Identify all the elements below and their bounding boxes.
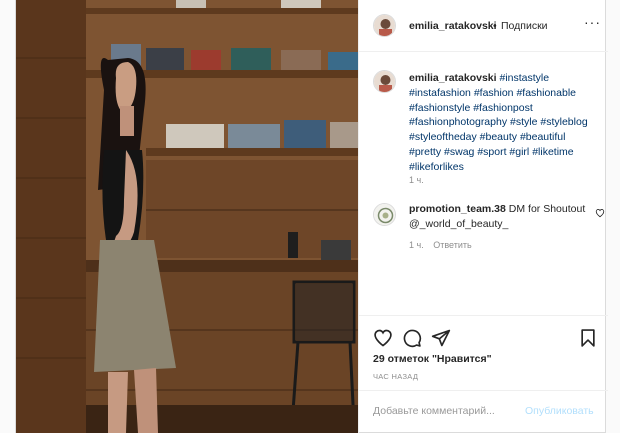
- commenter-avatar-image: [374, 204, 395, 225]
- following-button[interactable]: Подписки: [501, 20, 548, 32]
- caption-username[interactable]: emilia_ratakovski: [409, 72, 497, 84]
- hashtag-link[interactable]: #fashionable: [516, 87, 576, 99]
- commenter-username[interactable]: promotion_team.38: [409, 203, 506, 215]
- caption-avatar[interactable]: [373, 70, 396, 93]
- hashtag-link[interactable]: #swag: [444, 146, 474, 158]
- hashtag-link[interactable]: #instastyle: [499, 72, 549, 84]
- comment-text: promotion_team.38 DM for Shoutout @_worl…: [409, 202, 589, 232]
- author-username[interactable]: emilia_ratakovski: [409, 20, 497, 32]
- hashtag-link[interactable]: #fashionphotography: [409, 116, 507, 128]
- commenter-avatar[interactable]: [373, 203, 396, 226]
- comment-icon[interactable]: [402, 328, 422, 348]
- comment-meta: 1 ч. Ответить: [409, 240, 472, 250]
- header-separator: •: [493, 20, 497, 32]
- hashtag-link[interactable]: #fashion: [474, 87, 514, 99]
- publish-button[interactable]: Опубликовать: [525, 405, 594, 417]
- comment-time: 1 ч.: [409, 240, 424, 250]
- hashtag-link[interactable]: #sport: [477, 146, 506, 158]
- hashtag-link[interactable]: #instafashion: [409, 87, 471, 99]
- post-side-panel: emilia_ratakovski • Подписки ··· emilia_…: [358, 0, 608, 433]
- hashtag-link[interactable]: #girl: [509, 146, 529, 158]
- hashtag-link[interactable]: #styleoftheday: [409, 131, 477, 143]
- post-header: emilia_ratakovski • Подписки ···: [359, 0, 608, 52]
- caption-text: emilia_ratakovski #instastyle #instafash…: [409, 71, 599, 175]
- reply-button[interactable]: Ответить: [433, 240, 471, 250]
- photo-image: [16, 0, 358, 433]
- hashtag-link[interactable]: #fashionstyle: [409, 102, 470, 114]
- heart-icon[interactable]: [373, 328, 393, 348]
- comment-like-heart-icon[interactable]: [595, 208, 605, 218]
- likes-count[interactable]: 29 отметок "Нравится": [373, 353, 492, 365]
- post-photo[interactable]: [16, 0, 358, 433]
- more-options-icon[interactable]: ···: [584, 14, 601, 30]
- avatar-image: [374, 71, 395, 92]
- hashtag-link[interactable]: #styleblog: [540, 116, 587, 128]
- add-comment-bar: Опубликовать: [359, 390, 608, 433]
- paper-plane-icon[interactable]: [431, 328, 451, 348]
- hashtag-link[interactable]: #beautiful: [520, 131, 566, 143]
- hashtag-link[interactable]: #style: [510, 116, 537, 128]
- hashtag-link[interactable]: #likeforlikes: [409, 161, 464, 173]
- hashtag-link[interactable]: #liketime: [532, 146, 573, 158]
- hashtag-link[interactable]: #pretty: [409, 146, 441, 158]
- post-container: emilia_ratakovski • Подписки ··· emilia_…: [15, 0, 608, 433]
- author-avatar[interactable]: [373, 14, 396, 37]
- caption-hashtags: #instastyle #instafashion #fashion #fash…: [409, 72, 588, 173]
- add-comment-input[interactable]: [373, 405, 523, 417]
- hashtag-link[interactable]: #fashionpost: [473, 102, 533, 114]
- post-time-ago[interactable]: ЧАС НАЗАД: [373, 372, 418, 381]
- caption-time[interactable]: 1 ч.: [409, 175, 424, 185]
- hashtag-link[interactable]: #beauty: [480, 131, 517, 143]
- bookmark-icon[interactable]: [578, 328, 598, 348]
- avatar-image: [374, 15, 395, 36]
